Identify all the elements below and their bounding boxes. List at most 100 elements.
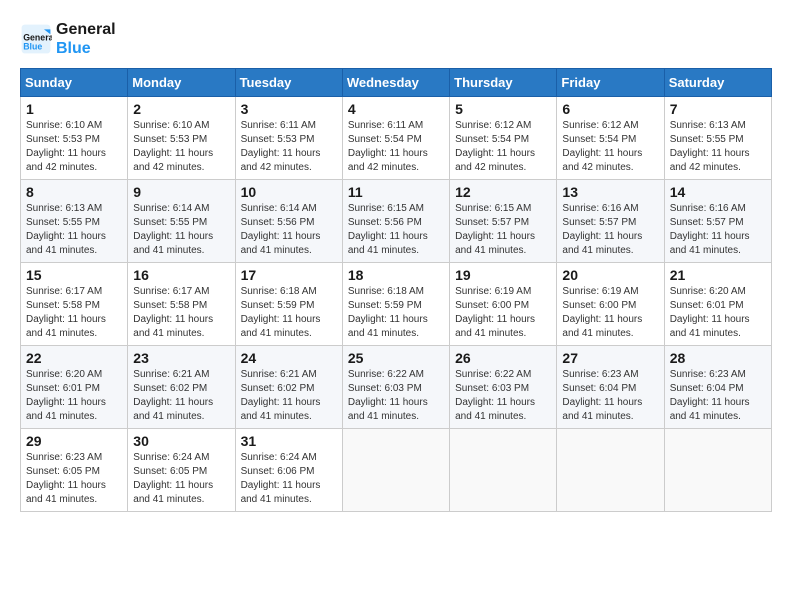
calendar-week-1: 1 Sunrise: 6:10 AM Sunset: 5:53 PM Dayli… (21, 97, 772, 180)
day-number: 10 (241, 184, 337, 200)
day-info: Sunrise: 6:18 AM Sunset: 5:59 PM Dayligh… (348, 285, 444, 341)
daylight-label: Daylight: 11 hoursand 42 minutes. (455, 148, 535, 173)
calendar-cell: 16 Sunrise: 6:17 AM Sunset: 5:58 PM Dayl… (128, 263, 235, 346)
sunset-label: Sunset: 6:00 PM (455, 300, 529, 311)
column-header-monday: Monday (128, 69, 235, 97)
daylight-label: Daylight: 11 hoursand 41 minutes. (455, 231, 535, 256)
day-info: Sunrise: 6:15 AM Sunset: 5:56 PM Dayligh… (348, 202, 444, 258)
day-info: Sunrise: 6:12 AM Sunset: 5:54 PM Dayligh… (562, 119, 658, 175)
sunset-label: Sunset: 5:57 PM (670, 217, 744, 228)
calendar-cell: 2 Sunrise: 6:10 AM Sunset: 5:53 PM Dayli… (128, 97, 235, 180)
day-info: Sunrise: 6:24 AM Sunset: 6:05 PM Dayligh… (133, 451, 229, 507)
sunrise-label: Sunrise: 6:20 AM (670, 286, 746, 297)
sunrise-label: Sunrise: 6:16 AM (670, 203, 746, 214)
day-number: 25 (348, 350, 444, 366)
daylight-label: Daylight: 11 hoursand 41 minutes. (455, 397, 535, 422)
sunrise-label: Sunrise: 6:15 AM (455, 203, 531, 214)
daylight-label: Daylight: 11 hoursand 41 minutes. (562, 231, 642, 256)
calendar-cell: 26 Sunrise: 6:22 AM Sunset: 6:03 PM Dayl… (450, 346, 557, 429)
day-info: Sunrise: 6:12 AM Sunset: 5:54 PM Dayligh… (455, 119, 551, 175)
sunrise-label: Sunrise: 6:14 AM (133, 203, 209, 214)
daylight-label: Daylight: 11 hoursand 41 minutes. (241, 231, 321, 256)
day-number: 7 (670, 101, 766, 117)
calendar-cell: 19 Sunrise: 6:19 AM Sunset: 6:00 PM Dayl… (450, 263, 557, 346)
day-number: 17 (241, 267, 337, 283)
column-header-wednesday: Wednesday (342, 69, 449, 97)
calendar-week-3: 15 Sunrise: 6:17 AM Sunset: 5:58 PM Dayl… (21, 263, 772, 346)
sunset-label: Sunset: 6:02 PM (241, 383, 315, 394)
sunrise-label: Sunrise: 6:12 AM (562, 120, 638, 131)
daylight-label: Daylight: 11 hoursand 41 minutes. (348, 397, 428, 422)
day-number: 5 (455, 101, 551, 117)
sunrise-label: Sunrise: 6:17 AM (133, 286, 209, 297)
day-info: Sunrise: 6:11 AM Sunset: 5:54 PM Dayligh… (348, 119, 444, 175)
calendar-cell: 21 Sunrise: 6:20 AM Sunset: 6:01 PM Dayl… (664, 263, 771, 346)
calendar-cell: 24 Sunrise: 6:21 AM Sunset: 6:02 PM Dayl… (235, 346, 342, 429)
day-info: Sunrise: 6:17 AM Sunset: 5:58 PM Dayligh… (26, 285, 122, 341)
sunrise-label: Sunrise: 6:19 AM (562, 286, 638, 297)
day-number: 26 (455, 350, 551, 366)
day-info: Sunrise: 6:20 AM Sunset: 6:01 PM Dayligh… (26, 368, 122, 424)
calendar-table: SundayMondayTuesdayWednesdayThursdayFrid… (20, 68, 772, 512)
calendar-cell: 30 Sunrise: 6:24 AM Sunset: 6:05 PM Dayl… (128, 429, 235, 512)
daylight-label: Daylight: 11 hoursand 41 minutes. (562, 397, 642, 422)
sunset-label: Sunset: 6:03 PM (455, 383, 529, 394)
sunset-label: Sunset: 5:53 PM (241, 134, 315, 145)
calendar-header-row: SundayMondayTuesdayWednesdayThursdayFrid… (21, 69, 772, 97)
calendar-cell: 8 Sunrise: 6:13 AM Sunset: 5:55 PM Dayli… (21, 180, 128, 263)
logo-general: General (56, 20, 116, 39)
day-info: Sunrise: 6:21 AM Sunset: 6:02 PM Dayligh… (133, 368, 229, 424)
day-number: 30 (133, 433, 229, 449)
daylight-label: Daylight: 11 hoursand 41 minutes. (26, 480, 106, 505)
daylight-label: Daylight: 11 hoursand 41 minutes. (241, 397, 321, 422)
calendar-cell (664, 429, 771, 512)
sunset-label: Sunset: 5:58 PM (133, 300, 207, 311)
sunset-label: Sunset: 5:55 PM (133, 217, 207, 228)
page-header: General Blue General Blue (20, 20, 772, 58)
calendar-cell: 17 Sunrise: 6:18 AM Sunset: 5:59 PM Dayl… (235, 263, 342, 346)
calendar-week-2: 8 Sunrise: 6:13 AM Sunset: 5:55 PM Dayli… (21, 180, 772, 263)
sunset-label: Sunset: 5:55 PM (670, 134, 744, 145)
calendar-cell: 20 Sunrise: 6:19 AM Sunset: 6:00 PM Dayl… (557, 263, 664, 346)
day-info: Sunrise: 6:24 AM Sunset: 6:06 PM Dayligh… (241, 451, 337, 507)
daylight-label: Daylight: 11 hoursand 41 minutes. (241, 314, 321, 339)
sunset-label: Sunset: 5:54 PM (562, 134, 636, 145)
sunrise-label: Sunrise: 6:20 AM (26, 369, 102, 380)
calendar-cell: 1 Sunrise: 6:10 AM Sunset: 5:53 PM Dayli… (21, 97, 128, 180)
sunset-label: Sunset: 6:06 PM (241, 466, 315, 477)
sunrise-label: Sunrise: 6:24 AM (241, 452, 317, 463)
sunrise-label: Sunrise: 6:21 AM (241, 369, 317, 380)
sunrise-label: Sunrise: 6:23 AM (670, 369, 746, 380)
sunrise-label: Sunrise: 6:17 AM (26, 286, 102, 297)
day-number: 21 (670, 267, 766, 283)
calendar-cell: 25 Sunrise: 6:22 AM Sunset: 6:03 PM Dayl… (342, 346, 449, 429)
sunset-label: Sunset: 5:56 PM (241, 217, 315, 228)
daylight-label: Daylight: 11 hoursand 42 minutes. (562, 148, 642, 173)
sunrise-label: Sunrise: 6:13 AM (670, 120, 746, 131)
day-info: Sunrise: 6:18 AM Sunset: 5:59 PM Dayligh… (241, 285, 337, 341)
day-number: 1 (26, 101, 122, 117)
day-number: 19 (455, 267, 551, 283)
calendar-cell: 9 Sunrise: 6:14 AM Sunset: 5:55 PM Dayli… (128, 180, 235, 263)
sunset-label: Sunset: 5:54 PM (455, 134, 529, 145)
daylight-label: Daylight: 11 hoursand 41 minutes. (133, 231, 213, 256)
day-number: 20 (562, 267, 658, 283)
calendar-cell (557, 429, 664, 512)
daylight-label: Daylight: 11 hoursand 42 minutes. (348, 148, 428, 173)
sunset-label: Sunset: 6:04 PM (670, 383, 744, 394)
day-info: Sunrise: 6:20 AM Sunset: 6:01 PM Dayligh… (670, 285, 766, 341)
daylight-label: Daylight: 11 hoursand 41 minutes. (670, 397, 750, 422)
day-number: 3 (241, 101, 337, 117)
daylight-label: Daylight: 11 hoursand 41 minutes. (133, 480, 213, 505)
calendar-cell: 14 Sunrise: 6:16 AM Sunset: 5:57 PM Dayl… (664, 180, 771, 263)
day-number: 23 (133, 350, 229, 366)
sunset-label: Sunset: 5:57 PM (562, 217, 636, 228)
day-info: Sunrise: 6:22 AM Sunset: 6:03 PM Dayligh… (455, 368, 551, 424)
sunrise-label: Sunrise: 6:18 AM (241, 286, 317, 297)
day-info: Sunrise: 6:10 AM Sunset: 5:53 PM Dayligh… (26, 119, 122, 175)
day-info: Sunrise: 6:16 AM Sunset: 5:57 PM Dayligh… (670, 202, 766, 258)
sunrise-label: Sunrise: 6:18 AM (348, 286, 424, 297)
sunrise-label: Sunrise: 6:21 AM (133, 369, 209, 380)
day-info: Sunrise: 6:10 AM Sunset: 5:53 PM Dayligh… (133, 119, 229, 175)
sunrise-label: Sunrise: 6:13 AM (26, 203, 102, 214)
